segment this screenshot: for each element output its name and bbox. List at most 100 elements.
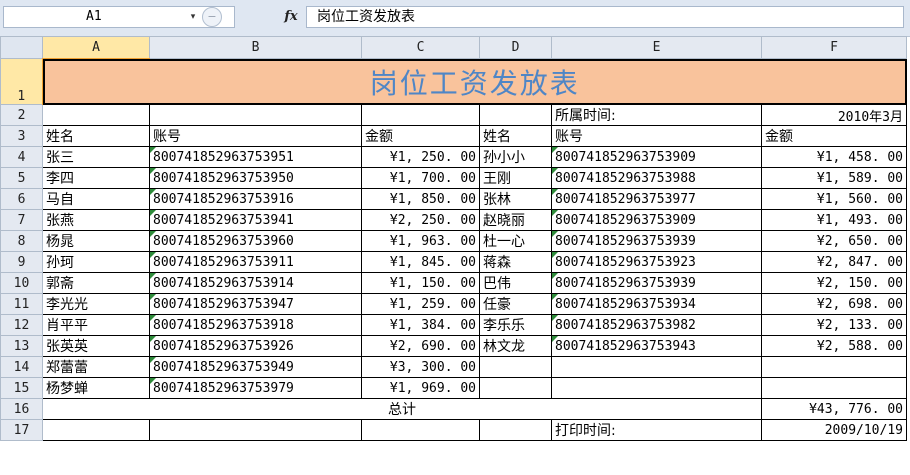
header-name-right[interactable]: 姓名 (479, 125, 552, 147)
amount-cell[interactable]: ¥1, 384. 00 (361, 314, 480, 336)
name-cell[interactable]: 张三 (42, 146, 150, 168)
header-account-right[interactable]: 账号 (551, 125, 762, 147)
amount-cell[interactable]: ¥2, 133. 00 (761, 314, 907, 336)
name-cell[interactable]: 蒋森 (479, 251, 552, 273)
empty-cell[interactable] (551, 377, 762, 399)
row-header[interactable]: 14 (0, 356, 43, 378)
row-header[interactable]: 6 (0, 188, 43, 210)
amount-cell[interactable]: ¥2, 650. 00 (761, 230, 907, 252)
account-cell[interactable]: 800741852963753923 (551, 251, 762, 273)
name-cell[interactable]: 林文龙 (479, 335, 552, 357)
account-cell[interactable]: 800741852963753934 (551, 293, 762, 315)
cell-c2[interactable] (361, 104, 480, 126)
row-header[interactable]: 15 (0, 377, 43, 399)
amount-cell[interactable]: ¥1, 458. 00 (761, 146, 907, 168)
formula-input[interactable]: 岗位工资发放表 (306, 6, 904, 28)
account-cell[interactable]: 800741852963753939 (551, 272, 762, 294)
period-label-cell[interactable]: 所属时间: (551, 104, 762, 126)
account-cell[interactable]: 800741852963753960 (149, 230, 362, 252)
total-label-cell[interactable]: 总计 (42, 398, 762, 420)
account-cell[interactable]: 800741852963753977 (551, 188, 762, 210)
print-value-cell[interactable]: 2009/10/19 (761, 419, 907, 441)
empty-cell[interactable] (761, 377, 907, 399)
name-cell[interactable]: 任豪 (479, 293, 552, 315)
name-cell[interactable]: 孙小小 (479, 146, 552, 168)
account-cell[interactable]: 800741852963753950 (149, 167, 362, 189)
row-header-3[interactable]: 3 (0, 125, 43, 147)
cell-d2[interactable] (479, 104, 552, 126)
header-account-left[interactable]: 账号 (149, 125, 362, 147)
column-header-b[interactable]: B (149, 36, 362, 59)
account-cell[interactable]: 800741852963753951 (149, 146, 362, 168)
column-header-f[interactable]: F (761, 36, 907, 59)
row-header[interactable]: 5 (0, 167, 43, 189)
empty-cell[interactable] (479, 356, 552, 378)
name-cell[interactable]: 杨梦蝉 (42, 377, 150, 399)
amount-cell[interactable]: ¥2, 150. 00 (761, 272, 907, 294)
account-cell[interactable]: 800741852963753926 (149, 335, 362, 357)
account-cell[interactable]: 800741852963753943 (551, 335, 762, 357)
amount-cell[interactable]: ¥2, 250. 00 (361, 209, 480, 231)
account-cell[interactable]: 800741852963753982 (551, 314, 762, 336)
row-header-17[interactable]: 17 (0, 419, 43, 441)
sheet-title-cell[interactable]: 岗位工资发放表 (42, 58, 907, 105)
column-header-a[interactable]: A (42, 36, 150, 60)
account-cell[interactable]: 800741852963753949 (149, 356, 362, 378)
name-cell[interactable]: 王刚 (479, 167, 552, 189)
account-cell[interactable]: 800741852963753947 (149, 293, 362, 315)
cell-c17[interactable] (361, 419, 480, 441)
cell-a2[interactable] (42, 104, 150, 126)
empty-cell[interactable] (479, 377, 552, 399)
account-cell[interactable]: 800741852963753939 (551, 230, 762, 252)
row-header[interactable]: 11 (0, 293, 43, 315)
name-cell[interactable]: 李光光 (42, 293, 150, 315)
row-header[interactable]: 13 (0, 335, 43, 357)
name-cell[interactable]: 杜一心 (479, 230, 552, 252)
column-header-c[interactable]: C (361, 36, 480, 59)
name-cell[interactable]: 李乐乐 (479, 314, 552, 336)
empty-cell[interactable] (761, 356, 907, 378)
account-cell[interactable]: 800741852963753918 (149, 314, 362, 336)
name-cell[interactable]: 李四 (42, 167, 150, 189)
amount-cell[interactable]: ¥1, 700. 00 (361, 167, 480, 189)
header-name-left[interactable]: 姓名 (42, 125, 150, 147)
amount-cell[interactable]: ¥1, 493. 00 (761, 209, 907, 231)
column-header-e[interactable]: E (551, 36, 762, 59)
select-all-corner[interactable] (0, 36, 43, 59)
name-cell[interactable]: 张英英 (42, 335, 150, 357)
amount-cell[interactable]: ¥2, 588. 00 (761, 335, 907, 357)
name-cell[interactable]: 孙珂 (42, 251, 150, 273)
account-cell[interactable]: 800741852963753941 (149, 209, 362, 231)
amount-cell[interactable]: ¥1, 850. 00 (361, 188, 480, 210)
name-cell[interactable]: 杨晁 (42, 230, 150, 252)
row-header-1[interactable]: 1 (0, 58, 44, 105)
amount-cell[interactable]: ¥1, 560. 00 (761, 188, 907, 210)
row-header[interactable]: 8 (0, 230, 43, 252)
account-cell[interactable]: 800741852963753911 (149, 251, 362, 273)
amount-cell[interactable]: ¥2, 698. 00 (761, 293, 907, 315)
cell-b2[interactable] (149, 104, 362, 126)
amount-cell[interactable]: ¥3, 300. 00 (361, 356, 480, 378)
amount-cell[interactable]: ¥1, 259. 00 (361, 293, 480, 315)
empty-cell[interactable] (551, 356, 762, 378)
total-value-cell[interactable]: ¥43, 776. 00 (761, 398, 907, 420)
row-header[interactable]: 10 (0, 272, 43, 294)
account-cell[interactable]: 800741852963753909 (551, 209, 762, 231)
name-cell[interactable]: 郭斋 (42, 272, 150, 294)
header-amount-left[interactable]: 金额 (361, 125, 480, 147)
name-cell[interactable]: 张燕 (42, 209, 150, 231)
header-amount-right[interactable]: 金额 (761, 125, 907, 147)
row-header[interactable]: 4 (0, 146, 43, 168)
row-header-2[interactable]: 2 (0, 104, 43, 126)
amount-cell[interactable]: ¥1, 969. 00 (361, 377, 480, 399)
row-header[interactable]: 9 (0, 251, 43, 273)
amount-cell[interactable]: ¥1, 845. 00 (361, 251, 480, 273)
name-cell[interactable]: 肖平平 (42, 314, 150, 336)
name-box[interactable]: A1 (3, 6, 235, 28)
name-cell[interactable]: 赵晓丽 (479, 209, 552, 231)
amount-cell[interactable]: ¥2, 690. 00 (361, 335, 480, 357)
print-label-cell[interactable]: 打印时间: (551, 419, 762, 441)
period-value-cell[interactable]: 2010年3月 (761, 104, 907, 126)
name-cell[interactable]: 巴伟 (479, 272, 552, 294)
account-cell[interactable]: 800741852963753979 (149, 377, 362, 399)
